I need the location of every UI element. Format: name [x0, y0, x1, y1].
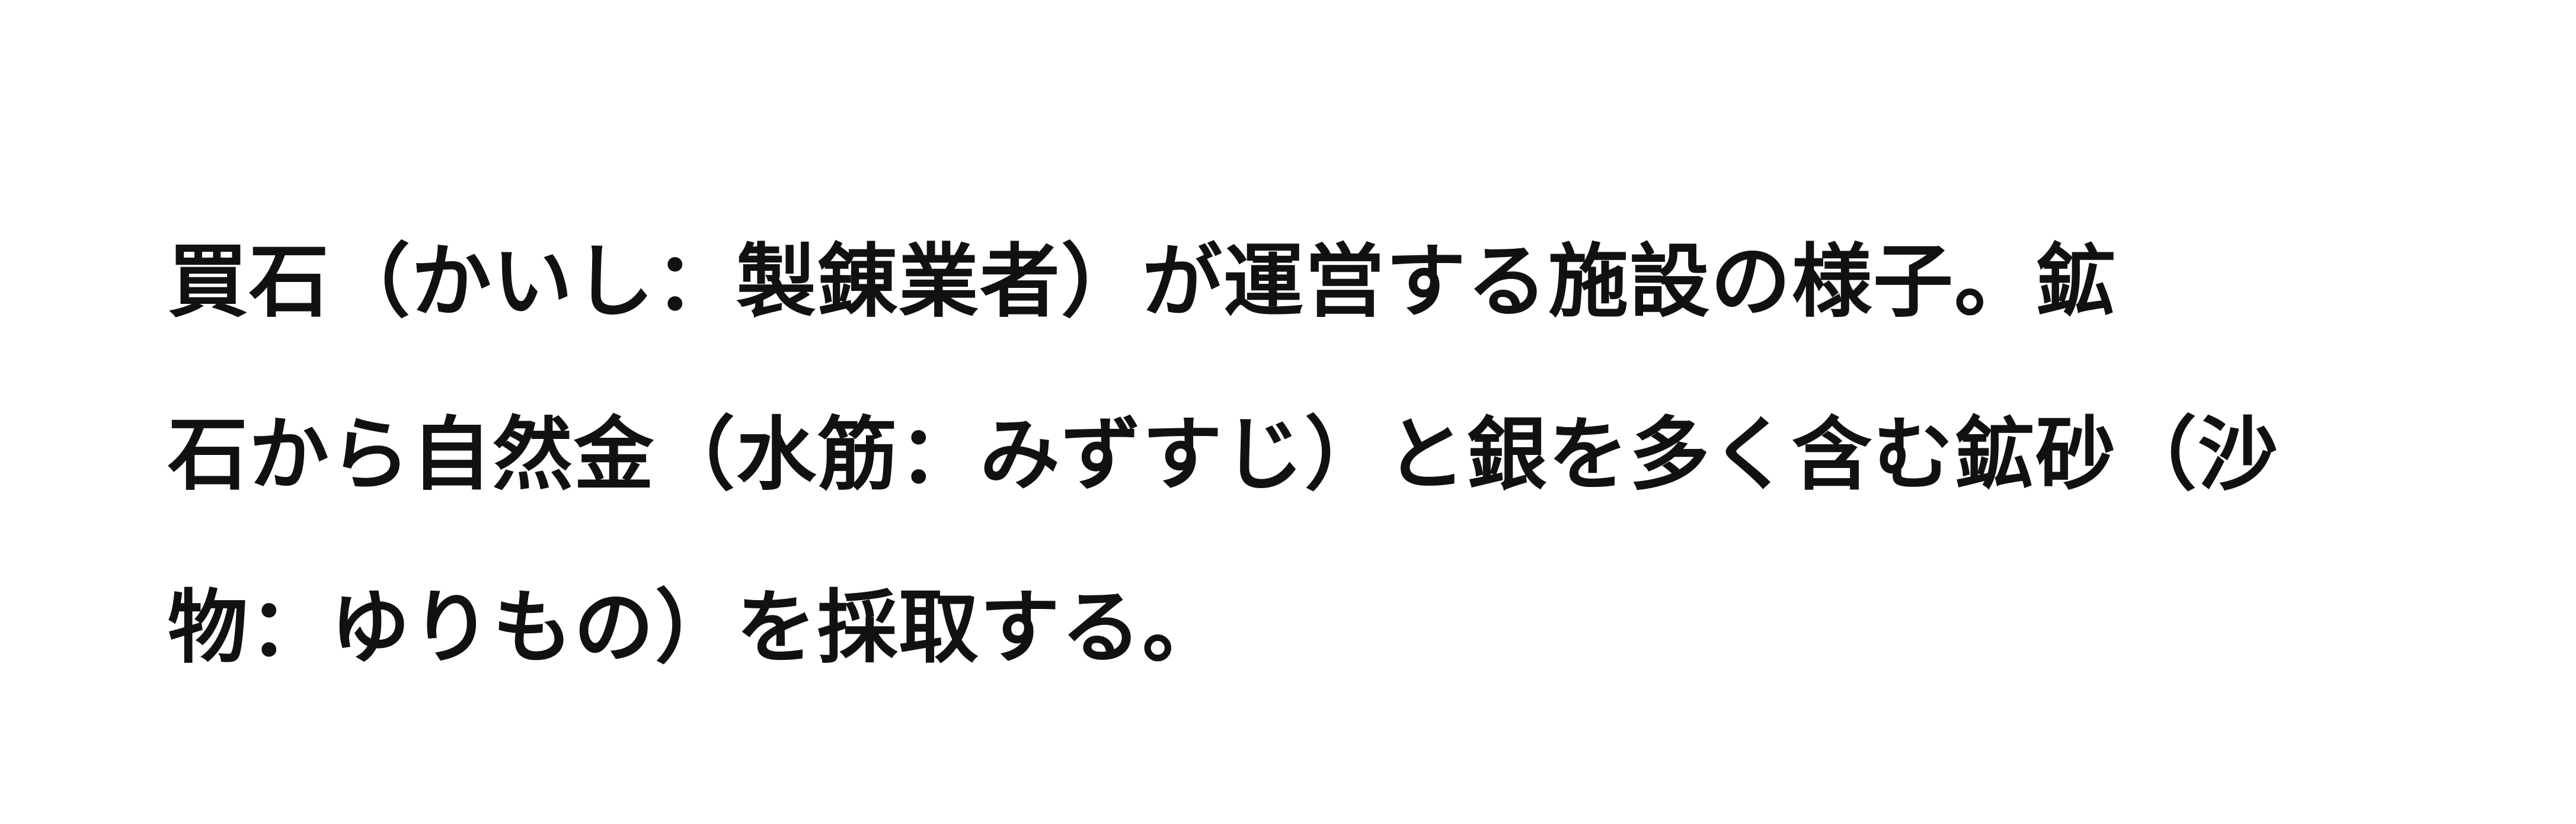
caption-line-3: 物：ゆりもの）を採取する。	[168, 581, 1223, 674]
page-canvas: 買石（かいし：製錬業者）が運営する施設の様子。鉱 石から自然金（水筋：みずすじ）…	[0, 0, 2576, 824]
caption-paragraph: 買石（かいし：製錬業者）が運営する施設の様子。鉱 石から自然金（水筋：みずすじ）…	[168, 195, 2420, 714]
caption-line-1: 買石（かいし：製錬業者）が運営する施設の様子。鉱	[168, 235, 2117, 328]
caption-line-2: 石から自然金（水筋：みずすじ）と銀を多く含む鉱砂（沙	[168, 408, 2279, 501]
